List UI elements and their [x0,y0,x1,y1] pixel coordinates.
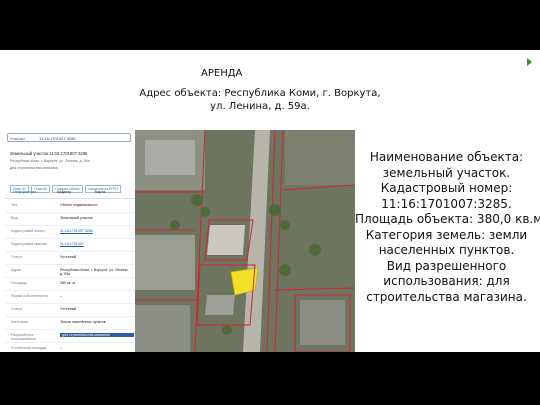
row-key: Адрес [11,268,22,272]
tab-cadastre[interactable]: Кадастр [57,190,71,194]
table-row: Кадастровый номер 11:16:1701007:3285 [5,226,135,239]
map-canvas [135,130,355,352]
description-line: использования: для [383,274,510,288]
satellite-map[interactable] [135,130,355,352]
row-key: Категория [11,320,28,324]
search-value: 11:16:1701007:3285 [39,136,76,141]
tab-information[interactable]: Информация [13,190,36,194]
row-value[interactable]: 11:16:1701007:3285 [60,229,130,233]
row-value: Республика Коми, г. Воркута, ул. Ленина,… [60,268,129,277]
panel-tabs: Информация Кадастр Карта [5,188,135,199]
row-value: Земли населённых пунктов [60,320,106,324]
description-line: Вид разрешенного [386,258,507,273]
description-line: строительства магазина. [366,289,527,304]
description-line: Наименование объекта: [369,150,524,164]
table-row: Кадастровый квартал 11:16:1701007 [5,239,135,252]
address-line: ул. Ленина, д. 59а. [210,101,310,112]
table-row: Адрес Республика Коми, г. Воркута, ул. Ле… [5,265,135,278]
tab-map[interactable]: Карта [95,190,105,194]
row-key: Тип [11,203,17,207]
row-key: Кадастровый номер [11,229,45,233]
row-value: для строительства магазина [60,333,134,338]
object-address: Республика Коми, г. Воркута, ул. Ленина,… [10,159,90,163]
row-value: Учтенный [60,255,77,259]
row-value: – [60,346,62,350]
search-type-label[interactable]: Участки [10,134,38,143]
row-value: – [60,294,62,298]
description-line: земельный участок. [382,165,511,180]
table-row: Категория Земли населённых пунктов [5,317,135,330]
table-row: Разрешённое использование для строительст… [5,330,135,343]
row-key: Форма собственности [11,294,48,298]
building-block [205,295,235,315]
table-row: Форма собственности – [5,291,135,304]
cadastral-info-panel: Участки 11:16:1701007:3285 Земельный уча… [5,130,136,352]
object-purpose: для строительства магазина [10,166,58,170]
attribute-table: Тип Объект недвижимости Вид Земельный участ… [5,200,135,352]
building-block [285,130,355,185]
table-row: Статус Учтенный [5,252,135,265]
row-key: Уточнённая площадь [11,346,47,350]
play-arrow-icon [527,58,532,66]
description-line: населенных пунктов. [378,243,515,257]
row-value: 380 кв. м [60,281,75,285]
table-row: Площадь 380 кв. м [5,278,135,291]
search-input[interactable]: Участки 11:16:1701007:3285 [7,133,131,142]
row-value[interactable]: 11:16:1701007 [60,242,130,246]
table-row: Статус Учтенный [5,304,135,317]
object-title: Земельный участок 11:16:1701007:3285 [10,151,88,156]
building-block [135,235,195,290]
row-key: Разрешённое использование [11,333,37,341]
building-block [135,305,190,352]
table-row: Уточнённая площадь – [5,343,135,352]
row-key: Кадастровый квартал [11,242,48,246]
building-roof [145,140,195,175]
description-line: 11:16:1701007:3285. [381,196,512,211]
row-key: Вид [11,216,18,220]
row-value: Объект недвижимости [60,203,98,207]
address-line: Адрес объекта: Республика Коми, г. Ворку… [139,88,381,99]
description-line: Площадь объекта: 380,0 кв.м. [355,212,540,226]
row-key: Площадь [11,281,27,285]
row-value: Учтенный [60,307,77,311]
building-block [300,300,345,345]
slide-heading: АРЕНДА [201,68,243,79]
description-line: Кадастровый номер: [380,181,513,195]
table-row: Тип Объект недвижимости [5,200,135,213]
object-description: Наименование объекта: земельный участок. К… [355,150,540,305]
slide: АРЕНДА Адрес объекта: Республика Коми, г… [0,50,540,352]
open-lot [207,225,245,255]
address-block: Адрес объекта: Республика Коми, г. Ворку… [135,87,385,113]
row-key: Статус [11,307,23,311]
table-row: Вид Земельный участок [5,213,135,226]
row-value: Земельный участок [60,216,93,220]
row-key: Статус [11,255,23,259]
description-line: Категория земель: земли [365,227,528,242]
